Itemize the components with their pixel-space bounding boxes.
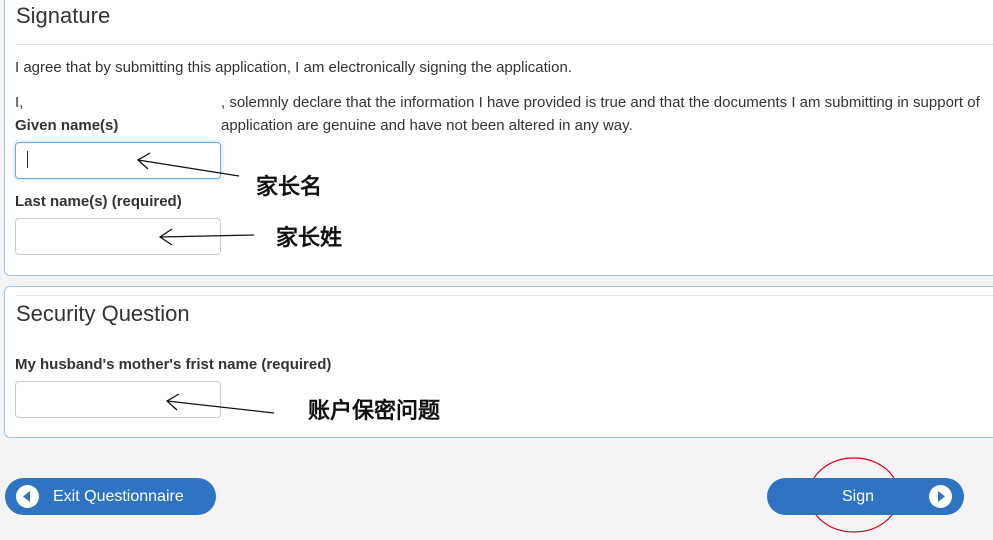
declaration-prefix: I, (15, 94, 24, 111)
exit-questionnaire-label: Exit Questionnaire (53, 487, 184, 505)
sign-button[interactable]: Sign (767, 478, 964, 515)
security-question-label: My husband's mother's frist name (requir… (15, 356, 332, 373)
security-answer-input[interactable] (15, 381, 221, 418)
signature-title: Signature (16, 3, 111, 28)
security-title: Security Question (16, 301, 190, 326)
signature-title-divider (16, 44, 993, 45)
declaration-line-2: application are genuine and have not bee… (221, 117, 633, 134)
given-name-label: Given name(s) (15, 117, 119, 134)
exit-questionnaire-button[interactable]: Exit Questionnaire (5, 478, 216, 515)
last-name-annotation: 家长姓 (276, 225, 343, 251)
declaration-line-1: , solemnly declare that the information … (221, 94, 980, 111)
security-annotation: 账户保密问题 (308, 398, 441, 424)
forward-arrow-icon (929, 485, 952, 508)
given-name-annotation: 家长名 (256, 174, 323, 200)
given-name-input[interactable] (15, 142, 221, 179)
security-title-divider (16, 295, 993, 296)
back-arrow-icon (16, 485, 39, 508)
text-caret (27, 151, 28, 168)
last-name-input[interactable] (15, 218, 221, 255)
last-name-label: Last name(s) (required) (15, 193, 182, 210)
given-name-field-wrapper (15, 142, 221, 179)
sign-label: Sign (841, 487, 875, 505)
agreement-text: I agree that by submitting this applicat… (15, 59, 572, 76)
